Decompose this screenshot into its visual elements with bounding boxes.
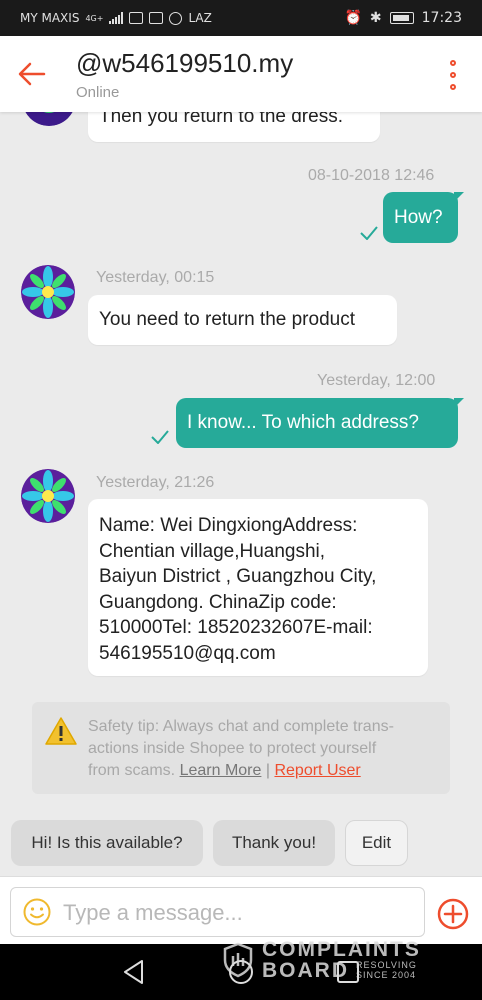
message-input[interactable]: Type a message... xyxy=(10,887,425,937)
edit-quick-replies-button[interactable]: Edit xyxy=(345,820,408,866)
address-line: Guangdong. ChinaZip code: xyxy=(99,591,337,613)
message-text: How? xyxy=(394,207,443,228)
message-list[interactable]: Then you return to the dress. 08-10-2018… xyxy=(0,112,482,876)
carrier-label: MY MAXIS xyxy=(20,11,80,25)
read-check-icon xyxy=(151,430,169,444)
watermark-line2: BOARD xyxy=(262,959,349,982)
address-line: 546195510@qq.com xyxy=(99,642,276,664)
network-type: 4G+ xyxy=(85,13,104,23)
app-notification-label: LAZ xyxy=(188,11,212,25)
quick-reply-available[interactable]: Hi! Is this available? xyxy=(11,820,203,866)
clock: 17:23 xyxy=(421,10,462,26)
message-text: Name: Wei DingxiongAddress: Chentian vil… xyxy=(99,513,376,666)
chat-header: @w546199510.my Online xyxy=(0,36,482,112)
address-line: Name: Wei DingxiongAddress: xyxy=(99,515,358,536)
nav-back-icon[interactable] xyxy=(120,958,148,986)
safety-tip-line: actions inside Shopee to protect yoursel… xyxy=(88,740,377,757)
status-bar: MY MAXIS 4G+ LAZ ⏰ ✱ 17:23 xyxy=(0,0,482,36)
more-options-icon[interactable] xyxy=(448,60,458,90)
message-placeholder: Type a message... xyxy=(63,900,243,925)
gallery-icon xyxy=(149,12,164,24)
avatar xyxy=(22,112,76,126)
message-sent[interactable]: How? xyxy=(383,192,464,243)
message-text: You need to return the product xyxy=(99,309,355,330)
message-received[interactable]: You need to return the product xyxy=(88,295,397,345)
safety-tip-line: from scams. xyxy=(88,762,176,779)
online-status: Online xyxy=(76,84,120,101)
message-sent[interactable]: I know... To which address? xyxy=(176,398,464,448)
watermark-tag: RESOLVING xyxy=(356,960,417,970)
chat-title: @w546199510.my xyxy=(76,48,294,78)
address-line: 510000Tel: 18520232607E-mail: xyxy=(99,617,373,638)
message-composer: Type a message... xyxy=(0,876,482,945)
bluetooth-icon: ✱ xyxy=(369,10,382,26)
battery-icon xyxy=(389,12,414,24)
message-timestamp: Yesterday, 12:00 xyxy=(317,372,436,389)
whatsapp-icon xyxy=(169,11,183,25)
message-timestamp: Yesterday, 21:26 xyxy=(96,474,215,491)
warning-icon xyxy=(45,717,77,745)
alarm-icon: ⏰ xyxy=(344,10,362,26)
avatar xyxy=(21,265,75,319)
message-received[interactable]: Then you return to the dress. xyxy=(88,112,380,142)
safety-tip-text: Safety tip: Always chat and complete tra… xyxy=(88,716,438,782)
emoji-icon[interactable] xyxy=(23,898,51,926)
safety-tip: Safety tip: Always chat and complete tra… xyxy=(32,702,450,794)
message-text: Then you return to the dress. xyxy=(99,112,343,127)
read-check-icon xyxy=(360,226,378,240)
message-text: I know... To which address? xyxy=(187,412,419,433)
add-attachment-icon[interactable] xyxy=(437,898,469,930)
message-timestamp: Yesterday, 00:15 xyxy=(96,269,215,286)
safety-tip-line: Safety tip: Always chat and complete tra… xyxy=(88,718,394,735)
address-line: Baiyun District , Guangzhou City, xyxy=(99,566,377,587)
quick-reply-thank-you[interactable]: Thank you! xyxy=(213,820,335,866)
watermark-tag: SINCE 2004 xyxy=(356,970,417,980)
learn-more-link[interactable]: Learn More xyxy=(180,762,262,779)
signal-icon xyxy=(109,12,124,24)
address-line: Chentian village,Huangshi, xyxy=(99,540,326,562)
watermark-tagline: RESOLVING SINCE 2004 xyxy=(356,960,417,980)
back-arrow-icon[interactable] xyxy=(16,58,48,90)
avatar xyxy=(21,469,75,523)
link-separator: | xyxy=(265,762,271,779)
report-user-link[interactable]: Report User xyxy=(274,762,360,779)
message-received[interactable]: Name: Wei DingxiongAddress: Chentian vil… xyxy=(88,499,428,676)
watermark-logo-icon xyxy=(223,942,253,978)
mail-icon xyxy=(129,12,144,24)
message-timestamp: 08-10-2018 12:46 xyxy=(308,167,435,184)
